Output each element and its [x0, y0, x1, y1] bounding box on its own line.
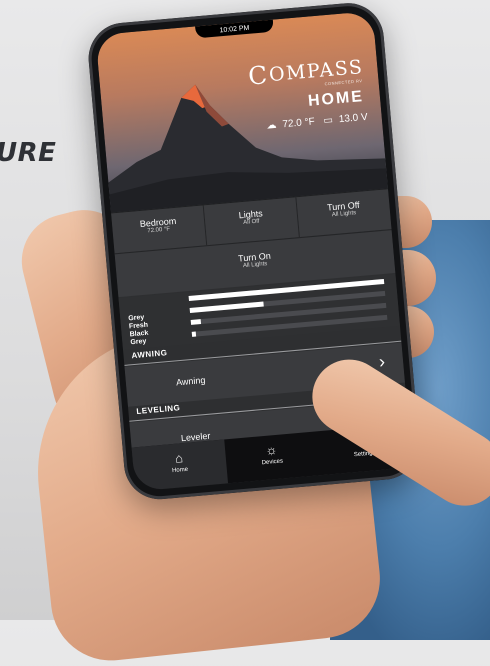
tank-label: Grey	[130, 337, 147, 347]
tank-bar-fill	[189, 301, 265, 313]
compass-logo-icon: C	[247, 60, 271, 92]
tank-bar-fill	[190, 319, 201, 325]
awning-label: Awning	[175, 374, 206, 388]
background-word-fragment: URE	[0, 138, 57, 168]
partly-sunny-icon: ☁︎	[266, 119, 277, 132]
battery-icon: ▭	[322, 114, 334, 127]
nav-home[interactable]: ⌂ Home	[131, 439, 228, 492]
tank-bar-fill	[191, 331, 197, 337]
nav-devices[interactable]: ☼ Devices	[224, 431, 320, 483]
